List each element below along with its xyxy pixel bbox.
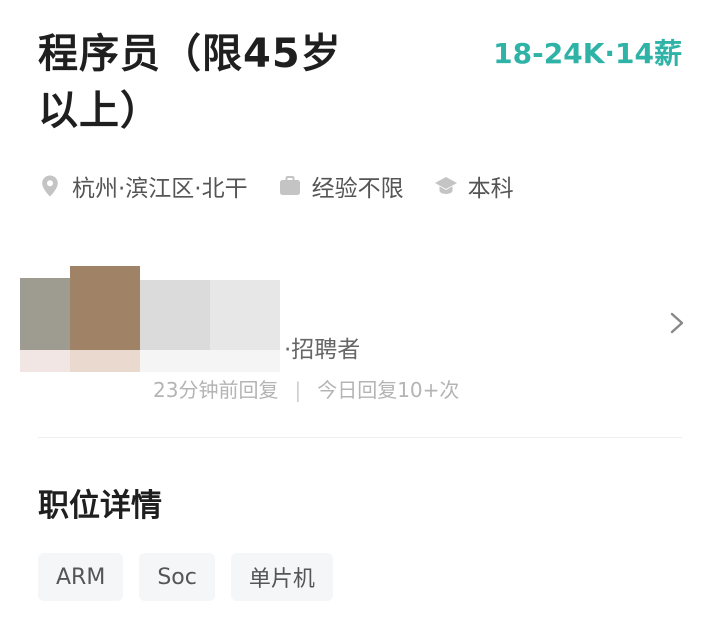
recruiter-role-label: ·招聘者 <box>284 337 361 363</box>
salary-label: 18-24K·14薪 <box>493 37 682 70</box>
job-title: 程序员（限45岁以上） <box>38 31 342 134</box>
job-meta-row: 杭州·滨江区·北干 经验不限 本科 <box>38 166 544 206</box>
skill-tag: ARM <box>38 553 124 601</box>
experience-meta: 经验不限 <box>278 169 404 203</box>
skill-tag: 单片机 <box>230 553 333 601</box>
reply-separator: | <box>294 378 302 402</box>
reply-time: 23分钟前回复 <box>153 378 279 402</box>
graduation-cap-icon <box>434 177 457 194</box>
section-divider <box>38 437 682 438</box>
education-text: 本科 <box>467 176 514 202</box>
location-meta: 杭州·滨江区·北干 <box>38 169 248 203</box>
recruiter-avatar <box>20 264 282 372</box>
location-text: 杭州·滨江区·北干 <box>72 176 248 202</box>
skill-tag: Soc <box>139 553 215 601</box>
briefcase-icon <box>279 176 300 195</box>
chevron-right-icon[interactable] <box>666 308 688 338</box>
skill-tags: ARM Soc 单片机 <box>38 553 349 601</box>
reply-info: 23分钟前回复 | 今日回复10+次 <box>153 374 459 403</box>
education-meta: 本科 <box>434 169 514 203</box>
recruiter-card[interactable]: ·招聘者 23分钟前回复 | 今日回复10+次 <box>20 264 700 404</box>
reply-count: 今日回复10+次 <box>317 378 460 402</box>
experience-text: 经验不限 <box>311 176 404 202</box>
location-pin-icon <box>42 175 58 197</box>
section-title-job-details: 职位详情 <box>38 488 162 524</box>
